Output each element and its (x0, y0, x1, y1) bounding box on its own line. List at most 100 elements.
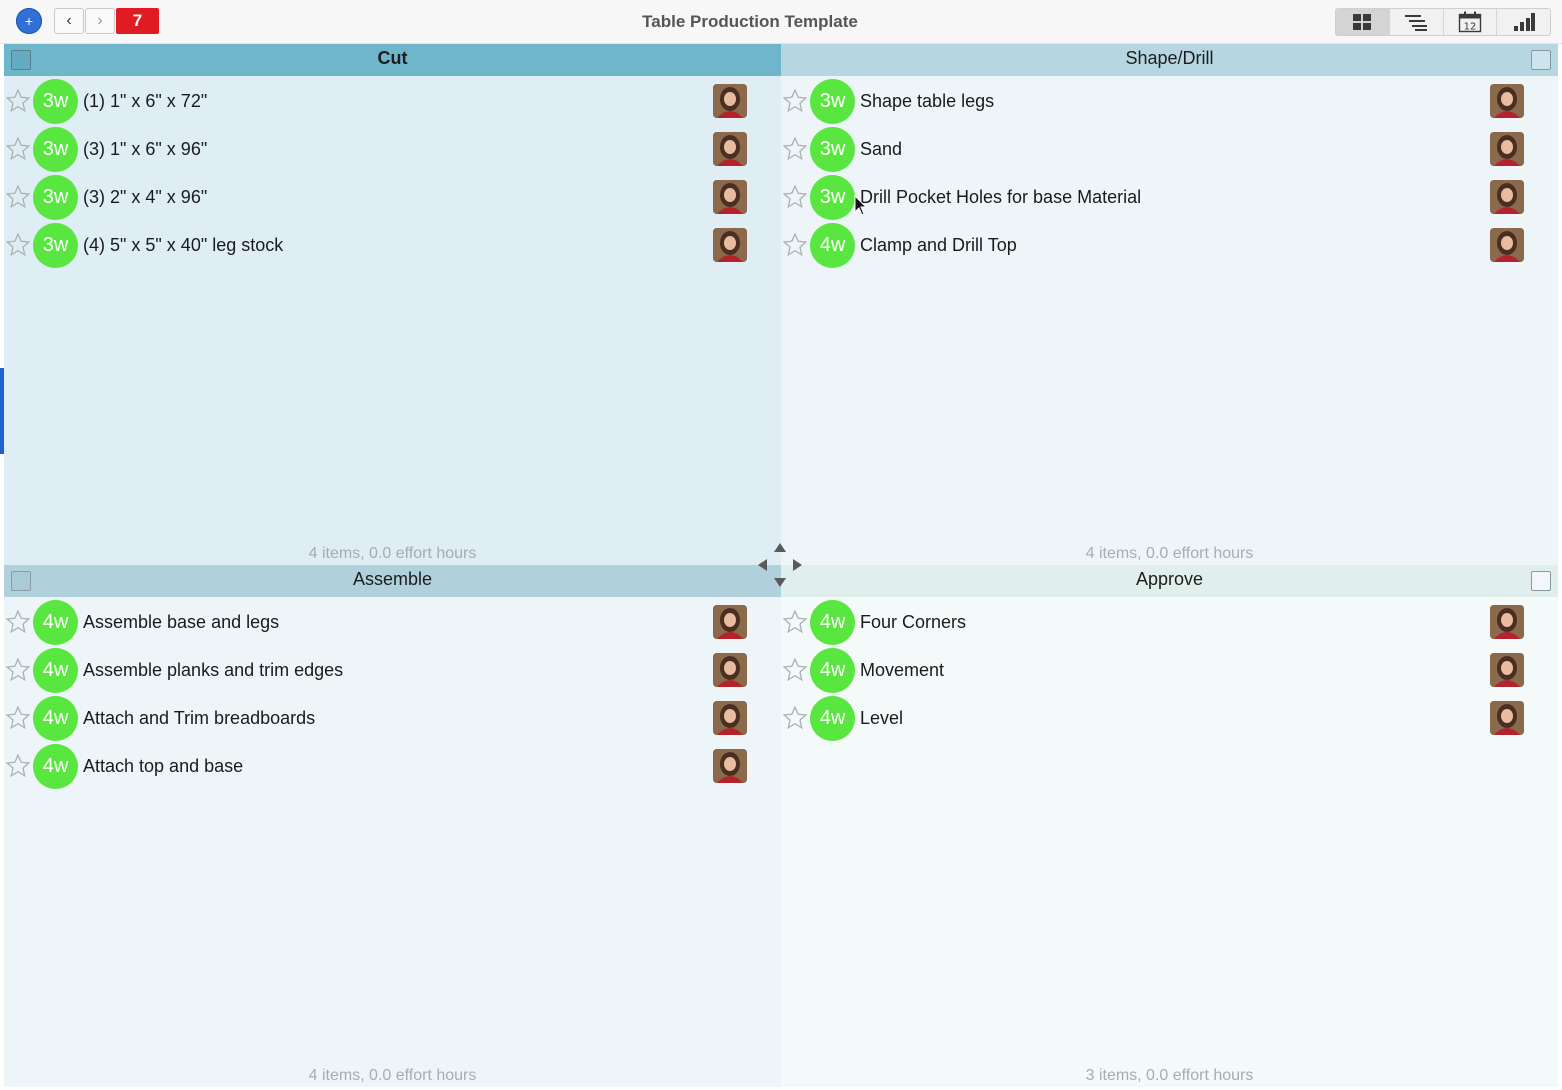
item-title[interactable]: Drill Pocket Holes for base Material (860, 187, 1141, 208)
chart-view-icon (1513, 13, 1535, 31)
quadrant-select-checkbox[interactable] (1531, 50, 1551, 70)
item-list: 3w (1) 1" x 6" x 72" 3w (3) 1" x 6" x 96… (4, 77, 781, 269)
quadrant-header[interactable]: Assemble (4, 565, 781, 597)
duration-badge[interactable]: 3w (33, 222, 78, 268)
list-item[interactable]: 3w Shape table legs (781, 77, 1558, 125)
item-title[interactable]: Attach top and base (83, 756, 243, 777)
list-item[interactable]: 3w (4) 5" x 5" x 40" leg stock (4, 221, 781, 269)
avatar[interactable] (713, 605, 747, 639)
item-title[interactable]: (4) 5" x 5" x 40" leg stock (83, 235, 283, 256)
avatar[interactable] (1490, 180, 1524, 214)
list-item[interactable]: 3w Sand (781, 125, 1558, 173)
star-icon[interactable] (5, 657, 31, 683)
quadrant-header[interactable]: Shape/Drill (781, 44, 1558, 76)
duration-badge[interactable]: 4w (810, 222, 855, 268)
star-icon[interactable] (782, 184, 808, 210)
duration-badge[interactable]: 4w (33, 743, 78, 789)
item-title[interactable]: Four Corners (860, 612, 966, 633)
list-item[interactable]: 4w Level (781, 694, 1558, 742)
list-item[interactable]: 4w Four Corners (781, 598, 1558, 646)
duration-badge[interactable]: 3w (810, 174, 855, 220)
quadrant-header[interactable]: Approve (781, 565, 1558, 597)
star-icon[interactable] (5, 184, 31, 210)
item-title[interactable]: Clamp and Drill Top (860, 235, 1017, 256)
grid-view-button[interactable] (1336, 9, 1390, 35)
quadrant-assemble: Assemble 4w Assemble base and legs 4w As… (4, 565, 781, 1087)
avatar[interactable] (713, 701, 747, 735)
duration-badge[interactable]: 3w (810, 78, 855, 124)
list-item[interactable]: 4w Assemble base and legs (4, 598, 781, 646)
list-item[interactable]: 3w Drill Pocket Holes for base Material (781, 173, 1558, 221)
list-item[interactable]: 4w Clamp and Drill Top (781, 221, 1558, 269)
star-icon[interactable] (5, 705, 31, 731)
quadrant-cut: Cut 3w (1) 1" x 6" x 72" 3w (3) 1" x 6" … (4, 44, 781, 565)
star-icon[interactable] (782, 88, 808, 114)
avatar[interactable] (713, 228, 747, 262)
item-title[interactable]: Assemble planks and trim edges (83, 660, 343, 681)
avatar[interactable] (1490, 84, 1524, 118)
outline-view-button[interactable] (1390, 9, 1444, 35)
star-icon[interactable] (5, 136, 31, 162)
quadrant-header[interactable]: Cut (4, 44, 781, 76)
duration-badge[interactable]: 4w (33, 599, 78, 645)
avatar[interactable] (1490, 228, 1524, 262)
chart-view-button[interactable] (1497, 9, 1550, 35)
star-icon[interactable] (5, 232, 31, 258)
item-title[interactable]: Level (860, 708, 903, 729)
avatar[interactable] (713, 84, 747, 118)
avatar[interactable] (713, 653, 747, 687)
item-title[interactable]: (1) 1" x 6" x 72" (83, 91, 207, 112)
duration-badge[interactable]: 3w (33, 78, 78, 124)
duration-badge[interactable]: 4w (810, 599, 855, 645)
duration-badge[interactable]: 3w (810, 126, 855, 172)
item-title[interactable]: Shape table legs (860, 91, 994, 112)
item-title[interactable]: Attach and Trim breadboards (83, 708, 315, 729)
avatar[interactable] (1490, 701, 1524, 735)
list-item[interactable]: 4w Attach and Trim breadboards (4, 694, 781, 742)
star-icon[interactable] (5, 753, 31, 779)
item-title[interactable]: Assemble base and legs (83, 612, 279, 633)
list-item[interactable]: 3w (3) 2" x 4" x 96" (4, 173, 781, 221)
calendar-view-button[interactable]: 12 (1444, 9, 1498, 35)
item-title[interactable]: (3) 1" x 6" x 96" (83, 139, 207, 160)
quadrant-summary: 4 items, 0.0 effort hours (1085, 545, 1254, 562)
item-title[interactable]: Sand (860, 139, 902, 160)
duration-badge[interactable]: 3w (33, 126, 78, 172)
avatar[interactable] (1490, 605, 1524, 639)
item-title[interactable]: (3) 2" x 4" x 96" (83, 187, 207, 208)
quadrant-summary: 4 items, 0.0 effort hours (308, 545, 477, 562)
list-item[interactable]: 4w Attach top and base (4, 742, 781, 790)
mouse-cursor-icon (854, 195, 868, 216)
avatar[interactable] (713, 180, 747, 214)
avatar[interactable] (1490, 653, 1524, 687)
avatar[interactable] (1490, 132, 1524, 166)
star-icon[interactable] (782, 609, 808, 635)
star-icon[interactable] (782, 657, 808, 683)
item-title[interactable]: Movement (860, 660, 944, 681)
star-icon[interactable] (782, 136, 808, 162)
quadrant-shape-drill: Shape/Drill 3w Shape table legs 3w Sand … (781, 44, 1558, 565)
duration-badge[interactable]: 3w (33, 174, 78, 220)
star-icon[interactable] (782, 705, 808, 731)
list-item[interactable]: 4w Assemble planks and trim edges (4, 646, 781, 694)
duration-badge[interactable]: 4w (33, 647, 78, 693)
star-icon[interactable] (782, 232, 808, 258)
duration-badge[interactable]: 4w (33, 695, 78, 741)
quadrant-select-checkbox[interactable] (11, 571, 31, 591)
quadrant-select-checkbox[interactable] (11, 50, 31, 70)
list-item[interactable]: 3w (1) 1" x 6" x 72" (4, 77, 781, 125)
duration-badge[interactable]: 4w (810, 695, 855, 741)
avatar[interactable] (713, 132, 747, 166)
quadrant-summary: 3 items, 0.0 effort hours (1085, 1067, 1254, 1084)
outline-view-icon (1405, 15, 1428, 31)
view-switcher: 12 (1335, 8, 1551, 36)
avatar[interactable] (713, 749, 747, 783)
star-icon[interactable] (5, 88, 31, 114)
list-item[interactable]: 3w (3) 1" x 6" x 96" (4, 125, 781, 173)
quadrant-select-checkbox[interactable] (1531, 571, 1551, 591)
star-icon[interactable] (5, 609, 31, 635)
item-list: 4w Assemble base and legs 4w Assemble pl… (4, 598, 781, 790)
duration-badge[interactable]: 4w (810, 647, 855, 693)
list-item[interactable]: 4w Movement (781, 646, 1558, 694)
move-arrows-icon[interactable] (756, 541, 804, 589)
